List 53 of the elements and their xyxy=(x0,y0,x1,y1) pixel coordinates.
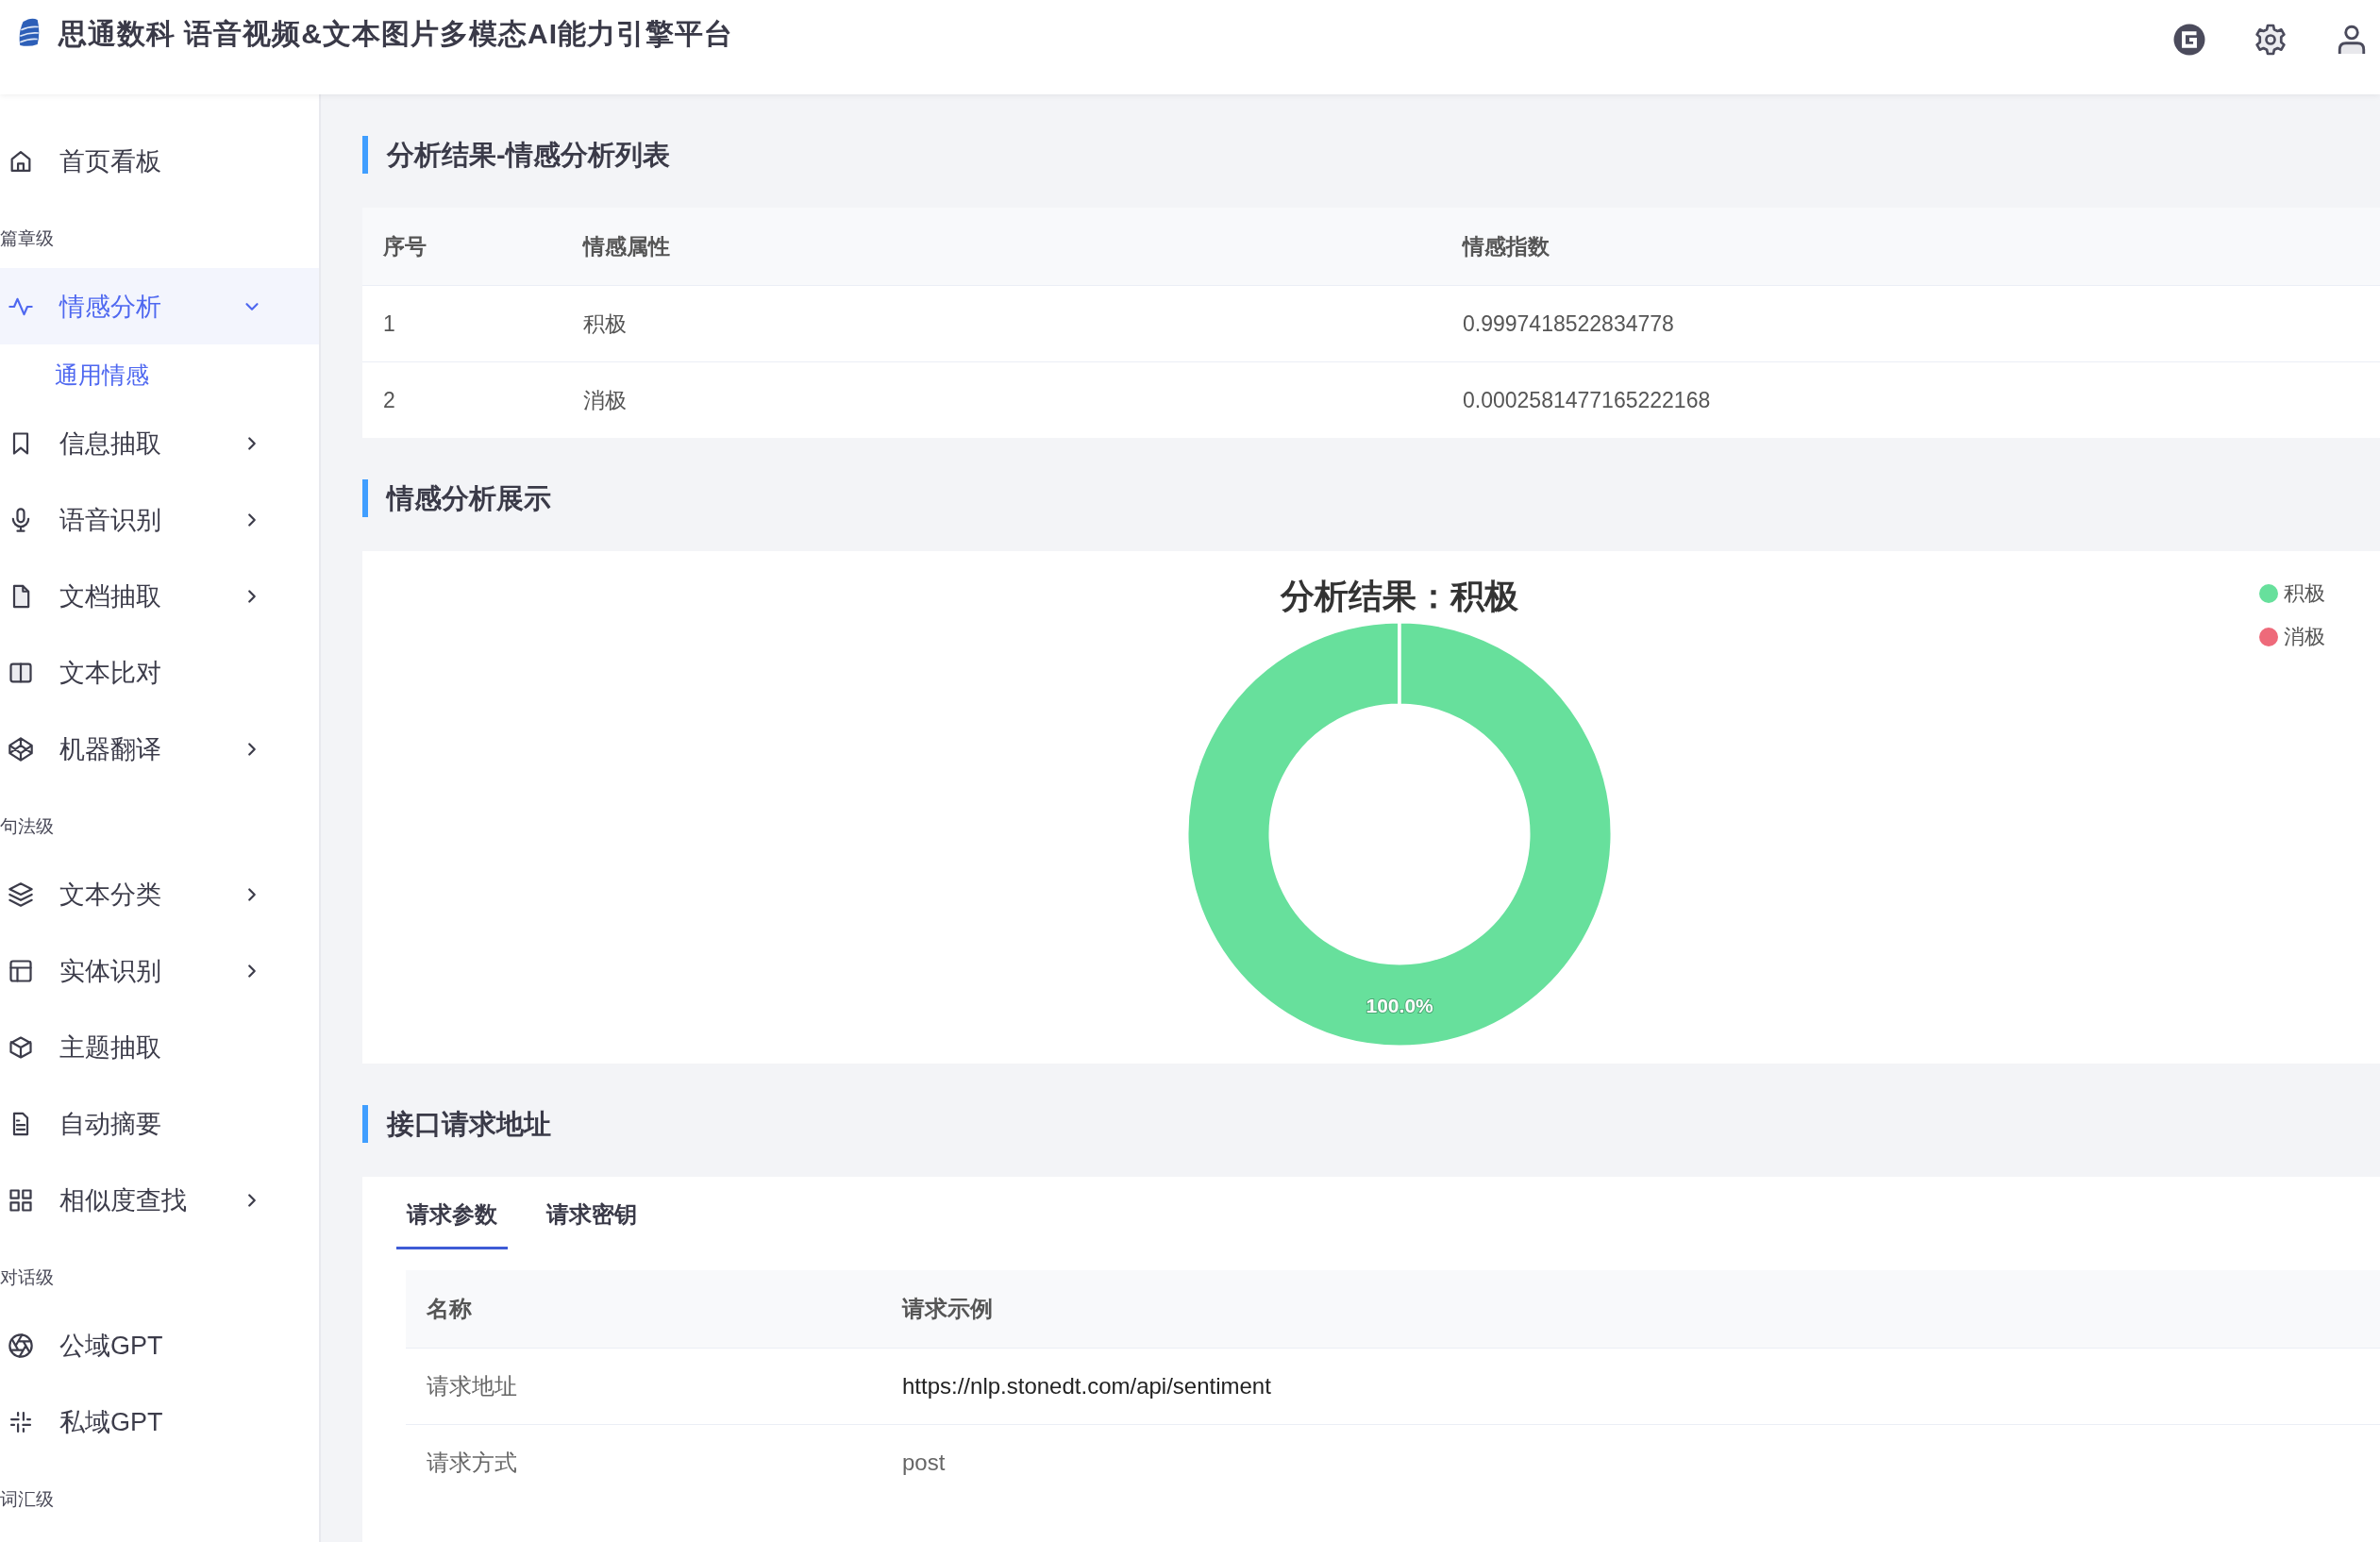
chart-title: 分析结果：积极 xyxy=(1281,577,1518,615)
table-cell: https://nlp.stonedt.com/api/sentiment xyxy=(902,1373,1271,1400)
layout-icon xyxy=(8,957,34,984)
column-header: 请求示例 xyxy=(902,1295,993,1323)
logo-icon xyxy=(17,17,42,49)
menu-item[interactable]: 私域GPT xyxy=(0,1383,319,1460)
column-header: 序号 xyxy=(382,232,427,260)
column-header: 情感指数 xyxy=(1463,232,1550,260)
tab[interactable]: 请求密钥 xyxy=(536,1186,647,1249)
menu-item[interactable]: 文档抽取 xyxy=(0,558,319,634)
menu-item[interactable]: 主题抽取 xyxy=(0,1009,319,1085)
menu-group-label: 句法级 xyxy=(0,815,55,838)
layers-icon xyxy=(8,880,34,908)
table-cell-text: 0.9997418522834778 xyxy=(1463,310,1675,337)
grid-icon xyxy=(8,1186,34,1214)
menu-item[interactable]: 自动摘要 xyxy=(0,1085,319,1162)
aperture-icon xyxy=(8,1332,34,1359)
table-cell: post xyxy=(902,1450,946,1476)
g-circle-icon[interactable] xyxy=(2172,23,2206,57)
table-cell-text: 积极 xyxy=(583,310,628,338)
menu-group-label: 对话级 xyxy=(0,1266,55,1289)
column-header: 情感属性 xyxy=(583,232,671,260)
menu-item[interactable]: 实体识别 xyxy=(0,932,319,1009)
settings-icon[interactable] xyxy=(2254,23,2288,57)
menu-group-label: 词汇级 xyxy=(0,1488,55,1511)
table-cell-text: 请求方式 xyxy=(426,1449,518,1477)
legend-label[interactable]: 消极 xyxy=(2284,623,2325,651)
section-title: 情感分析展示 xyxy=(362,479,2380,517)
menu-item[interactable]: 文本分类 xyxy=(0,856,319,932)
menu-item[interactable]: 情感分析 xyxy=(0,268,319,344)
tab[interactable]: 请求参数 xyxy=(396,1186,508,1249)
table-cell-text: 1 xyxy=(382,310,396,337)
menu-item[interactable]: 机器翻译 xyxy=(0,711,319,787)
slice-label: 100.0% xyxy=(1366,995,1433,1016)
menu-group-label: 篇章级 xyxy=(0,227,55,250)
column-header: 名称 xyxy=(426,1295,473,1323)
legend-label[interactable]: 积极 xyxy=(2284,579,2325,608)
section-title: 分析结果-情感分析列表 xyxy=(362,136,2380,174)
table-cell-text: 消极 xyxy=(583,386,628,414)
table-cell-text: 0.0002581477165222168 xyxy=(1463,387,1712,413)
table-cell-text: 请求地址 xyxy=(426,1372,518,1400)
menu-item[interactable]: 文本比对 xyxy=(0,634,319,711)
menu-item[interactable]: 信息抽取 xyxy=(0,405,319,481)
cube-outline-icon xyxy=(8,735,34,763)
box-icon xyxy=(8,1033,34,1061)
submenu-item[interactable]: 通用情感 xyxy=(0,344,319,405)
table-cell-text: 2 xyxy=(382,387,396,413)
section-title: 接口请求地址 xyxy=(362,1105,2380,1143)
menu-item[interactable]: 公域GPT xyxy=(0,1307,319,1383)
app-title: 思通数科 语音视频&文本图片多模态AI能力引擎平台 xyxy=(59,17,733,51)
menu-item[interactable]: 首页看板 xyxy=(0,123,319,199)
menu-item[interactable]: 语音识别 xyxy=(0,481,319,558)
menu-item[interactable]: 相似度查找 xyxy=(0,1162,319,1238)
